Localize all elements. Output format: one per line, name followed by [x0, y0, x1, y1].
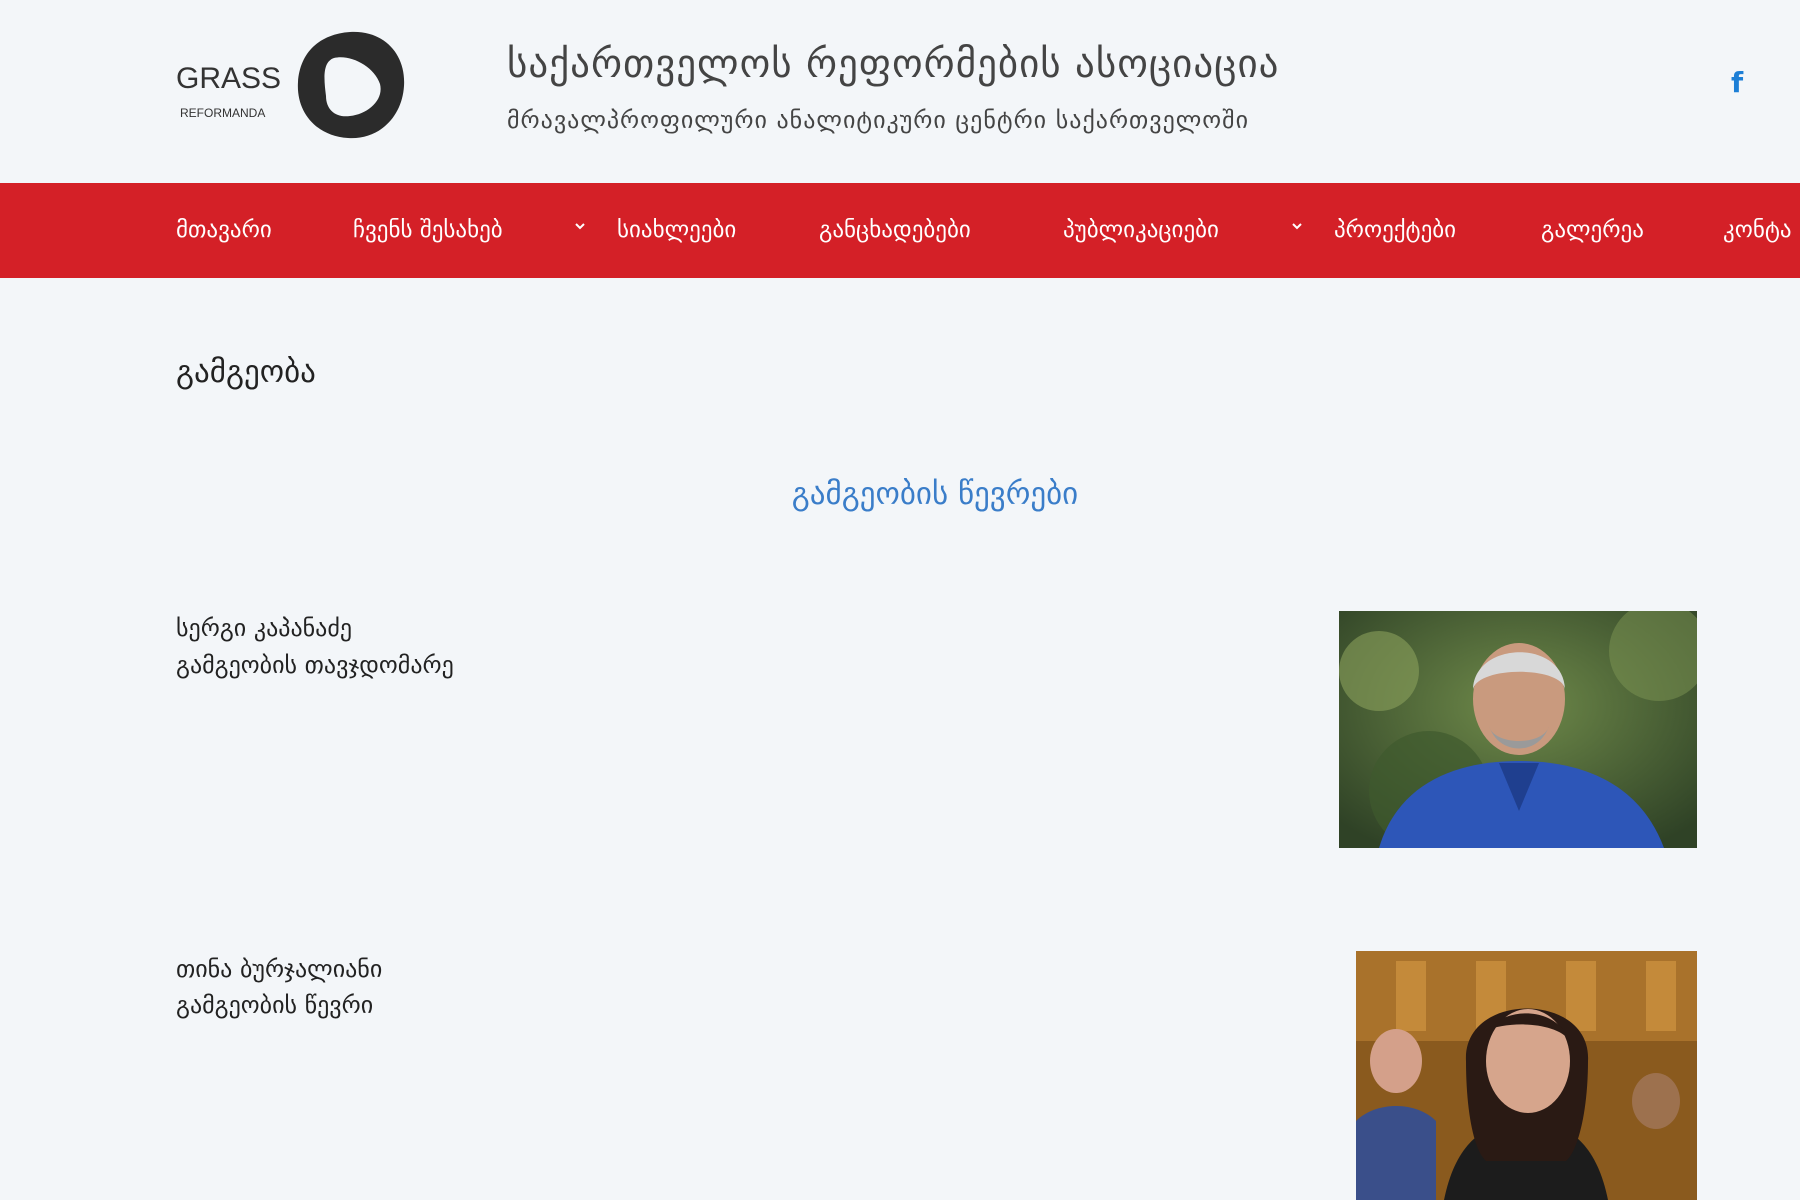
chevron-down-icon[interactable]: [1291, 220, 1303, 232]
nav-item-announcements[interactable]: განცხადებები: [819, 183, 971, 278]
nav-item-contact[interactable]: კონტა: [1723, 183, 1792, 278]
chevron-down-icon[interactable]: [574, 220, 586, 232]
nav-item-publications[interactable]: პუბლიკაციები: [1063, 183, 1219, 278]
site-subtitle: მრავალპროფილური ანალიტიკური ცენტრი საქარ…: [507, 106, 1250, 134]
nav-item-gallery[interactable]: გალერეა: [1541, 183, 1644, 278]
member-role: გამგეობის წევრი: [176, 991, 374, 1019]
member-name: თინა ბურჯალიანი: [176, 955, 383, 983]
member-photo: [1339, 611, 1697, 848]
facebook-icon[interactable]: f: [1731, 66, 1743, 99]
main-nav: მთავარი ჩვენს შესახებ სიახლეები განცხადე…: [0, 183, 1800, 278]
nav-item-home[interactable]: მთავარი: [176, 183, 272, 278]
site-logo[interactable]: GRASS REFORMANDA: [176, 26, 406, 146]
section-heading: გამგეობის წევრები: [791, 476, 1079, 512]
logo-text: GRASS: [176, 62, 282, 95]
site-header: GRASS REFORMANDA საქართველოს რეფორმების …: [0, 0, 1800, 183]
member-photo: [1356, 951, 1697, 1200]
logo-ring-icon: [297, 31, 405, 139]
member-role: გამგეობის თავჯდომარე: [176, 651, 454, 679]
site-title: საქართველოს რეფორმების ასოციაცია: [507, 42, 1280, 87]
member-name: სერგი კაპანაძე: [176, 614, 353, 642]
nav-item-projects[interactable]: პროექტები: [1334, 183, 1456, 278]
nav-item-about[interactable]: ჩვენს შესახებ: [353, 183, 503, 278]
page-title: გამგეობა: [176, 354, 316, 390]
nav-item-news[interactable]: სიახლეები: [617, 183, 736, 278]
logo-subtext: REFORMANDA: [180, 106, 266, 120]
